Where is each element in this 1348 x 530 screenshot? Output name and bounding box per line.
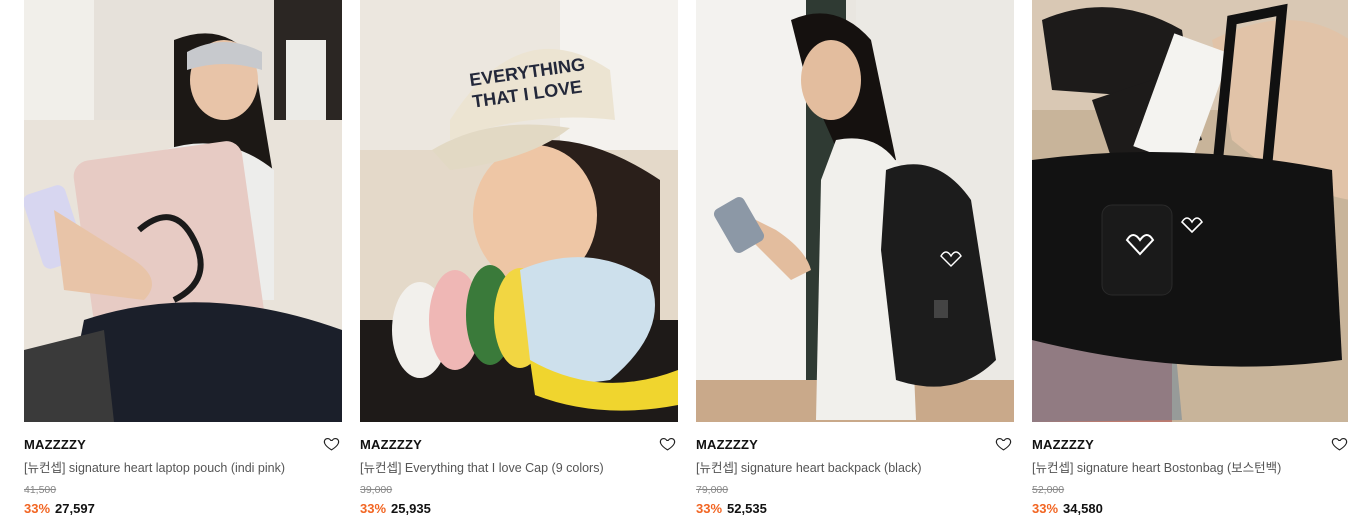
- product-photo-bostonbag: [1032, 0, 1348, 422]
- product-image[interactable]: [1032, 0, 1348, 422]
- price-row: 33% 34,580: [1032, 500, 1348, 517]
- product-info: MAZZZZY [뉴컨셉] signature heart backpack (…: [696, 436, 1014, 517]
- product-photo-laptop-pouch: [24, 0, 342, 422]
- sale-price: 25,935: [391, 501, 431, 516]
- price-row: 33% 27,597: [24, 500, 342, 517]
- product-photo-cap: EVERYTHING THAT I LOVE: [360, 0, 678, 422]
- original-price: 79,000: [696, 484, 729, 496]
- product-info: MAZZZZY [뉴컨셉] signature heart Bostonbag …: [1032, 436, 1348, 517]
- original-price: 41,500: [24, 484, 57, 496]
- sale-price: 52,535: [727, 501, 767, 516]
- sale-price: 27,597: [55, 501, 95, 516]
- discount-rate: 33%: [696, 501, 723, 516]
- product-title[interactable]: [뉴컨셉] signature heart Bostonbag (보스턴백): [1032, 460, 1348, 476]
- product-image[interactable]: [24, 0, 342, 422]
- product-title[interactable]: [뉴컨셉] Everything that I love Cap (9 colo…: [360, 460, 678, 476]
- product-image[interactable]: EVERYTHING THAT I LOVE: [360, 0, 678, 422]
- product-grid: MAZZZZY [뉴컨셉] signature heart laptop pou…: [0, 0, 1348, 530]
- discount-rate: 33%: [360, 501, 387, 516]
- product-photo-backpack: [696, 0, 1014, 422]
- sale-price: 34,580: [1063, 501, 1103, 516]
- heart-outline-icon[interactable]: [1331, 435, 1348, 452]
- product-card[interactable]: MAZZZZY [뉴컨셉] signature heart backpack (…: [696, 0, 1014, 530]
- price-row: 33% 25,935: [360, 500, 678, 517]
- brand-name[interactable]: MAZZZZY: [1032, 436, 1348, 454]
- brand-name[interactable]: MAZZZZY: [696, 436, 1014, 454]
- heart-outline-icon[interactable]: [995, 435, 1012, 452]
- product-card[interactable]: MAZZZZY [뉴컨셉] signature heart laptop pou…: [24, 0, 342, 530]
- original-price: 52,000: [1032, 484, 1065, 496]
- price-row: 33% 52,535: [696, 500, 1014, 517]
- product-title[interactable]: [뉴컨셉] signature heart backpack (black): [696, 460, 1014, 476]
- original-price: 39,000: [360, 484, 393, 496]
- product-info: MAZZZZY [뉴컨셉] Everything that I love Cap…: [360, 436, 678, 517]
- heart-outline-icon[interactable]: [323, 435, 340, 452]
- product-card[interactable]: EVERYTHING THAT I LOVE MAZZZZY [뉴컨셉] Eve…: [360, 0, 678, 530]
- product-info: MAZZZZY [뉴컨셉] signature heart laptop pou…: [24, 436, 342, 517]
- discount-rate: 33%: [24, 501, 51, 516]
- heart-outline-icon[interactable]: [659, 435, 676, 452]
- product-title[interactable]: [뉴컨셉] signature heart laptop pouch (indi…: [24, 460, 342, 476]
- brand-name[interactable]: MAZZZZY: [360, 436, 678, 454]
- discount-rate: 33%: [1032, 501, 1059, 516]
- brand-name[interactable]: MAZZZZY: [24, 436, 342, 454]
- product-card[interactable]: MAZZZZY [뉴컨셉] signature heart Bostonbag …: [1032, 0, 1348, 530]
- product-image[interactable]: [696, 0, 1014, 422]
